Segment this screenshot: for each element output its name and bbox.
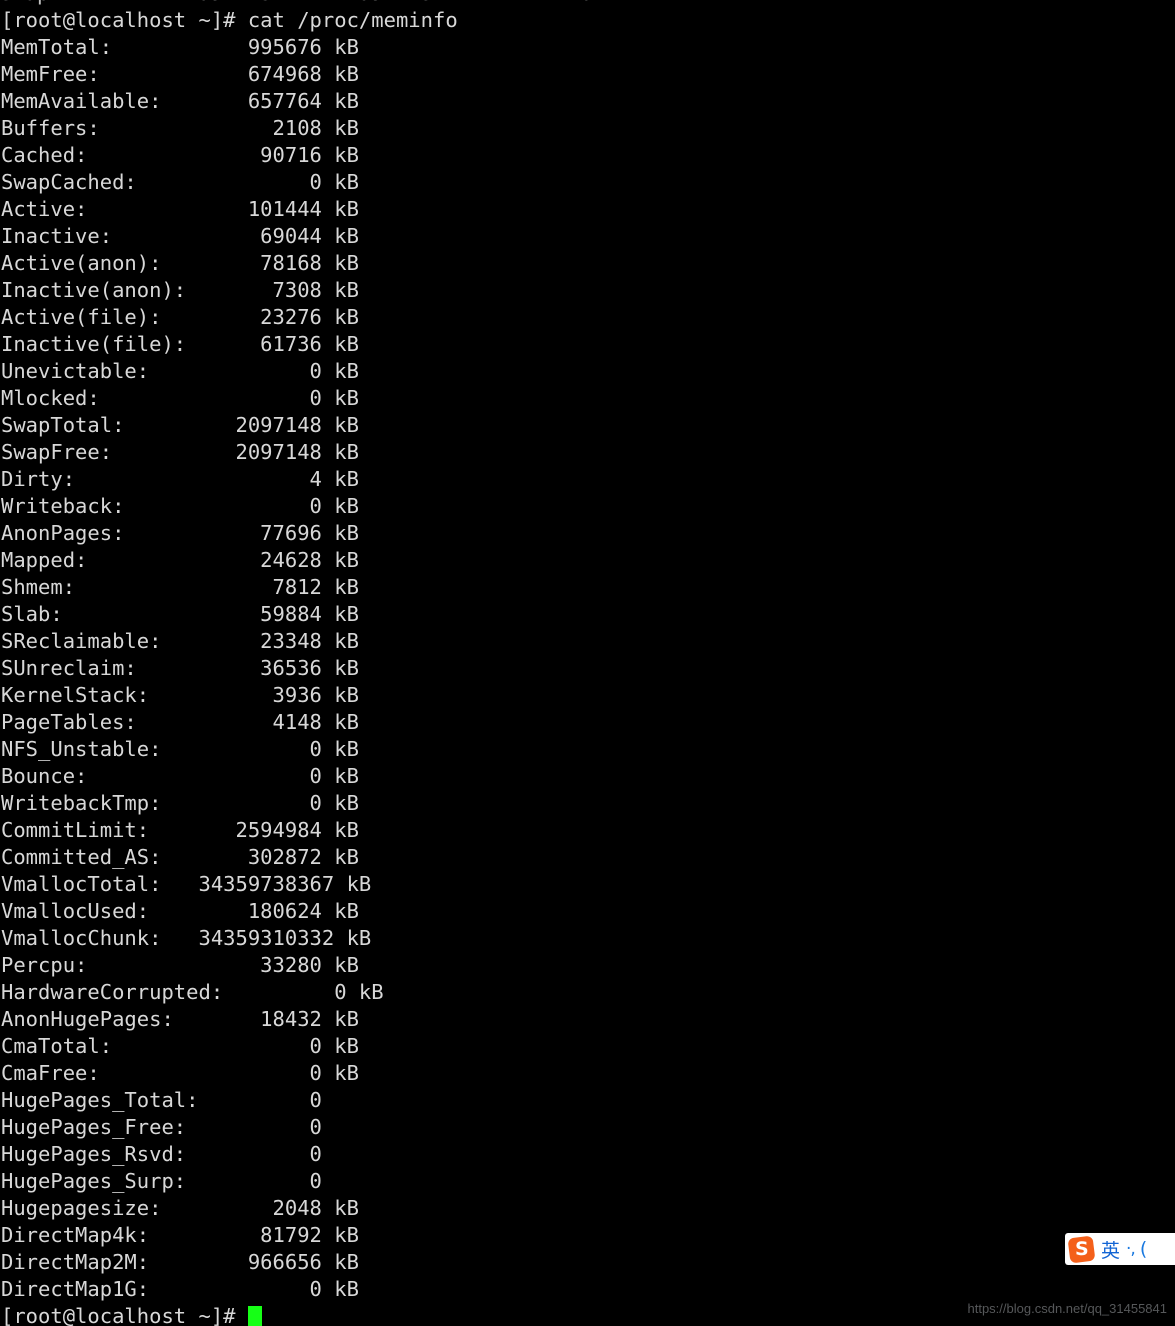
- command-line: [root@localhost ~]# cat /proc/meminfo: [1, 8, 458, 32]
- scrollback-partial-text: Swap: 2097148 2097148 0: [0, 0, 1175, 7]
- meminfo-row: MemTotal: 995676 kB: [1, 35, 359, 59]
- csdn-watermark: https://blog.csdn.net/qq_31455841: [967, 1301, 1168, 1316]
- meminfo-row: Active(anon): 78168 kB: [1, 251, 359, 275]
- meminfo-row: AnonPages: 77696 kB: [1, 521, 359, 545]
- terminal-window[interactable]: Swap: 2097148 2097148 0 [root@localhost …: [0, 0, 1175, 1326]
- meminfo-row: CmaTotal: 0 kB: [1, 1034, 359, 1058]
- meminfo-row: Active: 101444 kB: [1, 197, 359, 221]
- sogou-logo-letter: S: [1074, 1237, 1089, 1260]
- meminfo-row: Slab: 59884 kB: [1, 602, 359, 626]
- ime-extra-tool-icon[interactable]: (: [1140, 1238, 1147, 1260]
- meminfo-row: AnonHugePages: 18432 kB: [1, 1007, 359, 1031]
- meminfo-row: MemAvailable: 657764 kB: [1, 89, 359, 113]
- meminfo-row: VmallocTotal: 34359738367 kB: [1, 872, 372, 896]
- meminfo-row: Inactive(file): 61736 kB: [1, 332, 359, 356]
- meminfo-row: CommitLimit: 2594984 kB: [1, 818, 359, 842]
- meminfo-row: Cached: 90716 kB: [1, 143, 359, 167]
- scrollback-partial-line: Swap: 2097148 2097148 0: [0, 0, 1175, 7]
- meminfo-row: Mlocked: 0 kB: [1, 386, 359, 410]
- meminfo-row: NFS_Unstable: 0 kB: [1, 737, 359, 761]
- meminfo-row: KernelStack: 3936 kB: [1, 683, 359, 707]
- meminfo-row: SwapCached: 0 kB: [1, 170, 359, 194]
- meminfo-row: Dirty: 4 kB: [1, 467, 359, 491]
- ime-punctuation-toggle-icon[interactable]: ·,: [1126, 1239, 1136, 1259]
- text-cursor: [247, 1306, 262, 1326]
- meminfo-row: VmallocChunk: 34359310332 kB: [1, 926, 372, 950]
- terminal-output: [root@localhost ~]# cat /proc/meminfo Mem…: [1, 7, 1175, 1326]
- meminfo-row: Buffers: 2108 kB: [1, 116, 359, 140]
- meminfo-row: Percpu: 33280 kB: [1, 953, 359, 977]
- meminfo-row: SwapTotal: 2097148 kB: [1, 413, 359, 437]
- meminfo-row: Writeback: 0 kB: [1, 494, 359, 518]
- meminfo-row: SwapFree: 2097148 kB: [1, 440, 359, 464]
- meminfo-row: MemFree: 674968 kB: [1, 62, 359, 86]
- sogou-logo-icon: S: [1067, 1235, 1096, 1263]
- meminfo-row: SReclaimable: 23348 kB: [1, 629, 359, 653]
- meminfo-row: Active(file): 23276 kB: [1, 305, 359, 329]
- meminfo-row: Inactive(anon): 7308 kB: [1, 278, 359, 302]
- meminfo-row: Unevictable: 0 kB: [1, 359, 359, 383]
- sogou-ime-toolbar[interactable]: S 英 ·, (: [1065, 1233, 1175, 1265]
- meminfo-row: Shmem: 7812 kB: [1, 575, 359, 599]
- meminfo-row: HugePages_Rsvd: 0: [1, 1142, 322, 1166]
- shell-prompt: [root@localhost ~]#: [1, 1304, 248, 1326]
- meminfo-row: HugePages_Total: 0: [1, 1088, 322, 1112]
- meminfo-row: WritebackTmp: 0 kB: [1, 791, 359, 815]
- meminfo-row: HardwareCorrupted: 0 kB: [1, 980, 384, 1004]
- meminfo-row: Committed_AS: 302872 kB: [1, 845, 359, 869]
- meminfo-row: DirectMap1G: 0 kB: [1, 1277, 359, 1301]
- meminfo-row: Hugepagesize: 2048 kB: [1, 1196, 359, 1220]
- meminfo-row: Bounce: 0 kB: [1, 764, 359, 788]
- ime-language-mode-button[interactable]: 英: [1101, 1236, 1120, 1263]
- meminfo-row: HugePages_Free: 0: [1, 1115, 322, 1139]
- meminfo-row: DirectMap2M: 966656 kB: [1, 1250, 359, 1274]
- meminfo-row: VmallocUsed: 180624 kB: [1, 899, 359, 923]
- meminfo-row: HugePages_Surp: 0: [1, 1169, 322, 1193]
- meminfo-row: Mapped: 24628 kB: [1, 548, 359, 572]
- meminfo-row: CmaFree: 0 kB: [1, 1061, 359, 1085]
- meminfo-row: SUnreclaim: 36536 kB: [1, 656, 359, 680]
- meminfo-row: DirectMap4k: 81792 kB: [1, 1223, 359, 1247]
- meminfo-row: PageTables: 4148 kB: [1, 710, 359, 734]
- meminfo-row: Inactive: 69044 kB: [1, 224, 359, 248]
